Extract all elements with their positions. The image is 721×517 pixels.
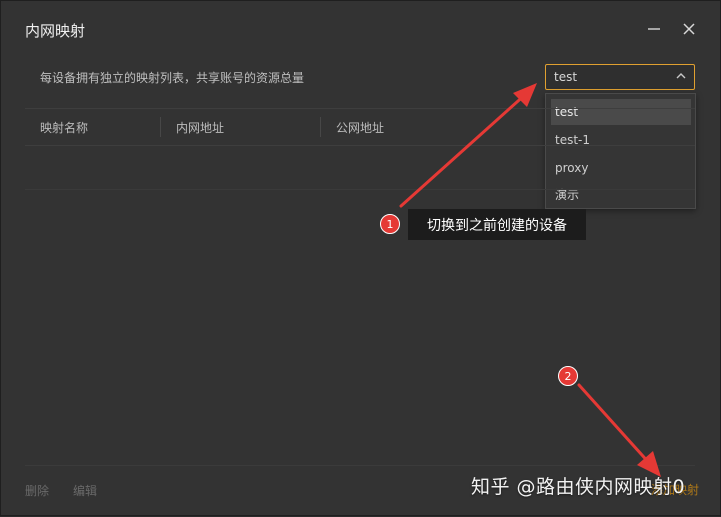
- step-2-badge: 2: [558, 366, 578, 386]
- annotation-arrows: [399, 83, 661, 477]
- step-1-badge: 1: [380, 214, 400, 234]
- arrow-1-shaft: [399, 91, 529, 208]
- dialog-window: 内网映射 每设备拥有独立的映射列表，共享账号的资源总量 test test te…: [0, 0, 721, 516]
- arrow-2-shaft: [577, 383, 653, 467]
- step-1-tooltip: 切换到之前创建的设备: [408, 209, 586, 240]
